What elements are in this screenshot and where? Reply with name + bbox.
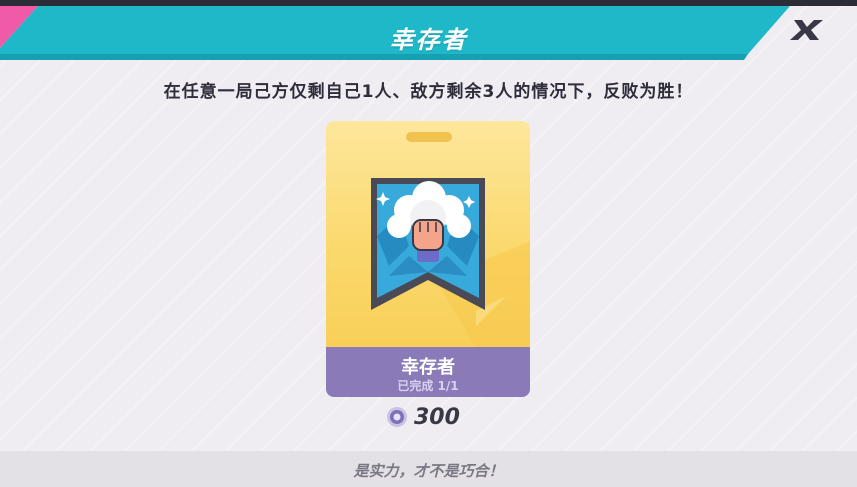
reward-amount: 300 [414,404,460,430]
purple-coin-icon [387,407,407,427]
card-slot [406,132,452,142]
achievement-description: 在任意一局己方仅剩自己1人、敌方剩余3人的情况下，反败为胜！ [163,82,694,102]
card-progress: 已完成 1/1 [397,379,459,393]
card-footer: 幸存者 已完成 1/1 [326,347,530,397]
card-top [326,121,530,347]
x-close-icon [790,20,823,40]
reward: 300 [386,404,460,430]
achievement-card: 幸存者 已完成 1/1 [326,121,530,397]
raised-fist-banner-icon [369,176,487,316]
modal-title: 幸存者 [389,26,468,54]
card-name: 幸存者 [401,357,455,378]
flavor-text: 是实力，才不是巧合！ [353,462,504,480]
modal-header: 幸存者 [0,6,857,60]
achievement-modal: 幸存者 在任意一局己方仅剩自己1人、敌方剩余3人的情况下，反败为胜！ 幸存者 已… [0,0,857,487]
close-button[interactable] [790,18,838,58]
